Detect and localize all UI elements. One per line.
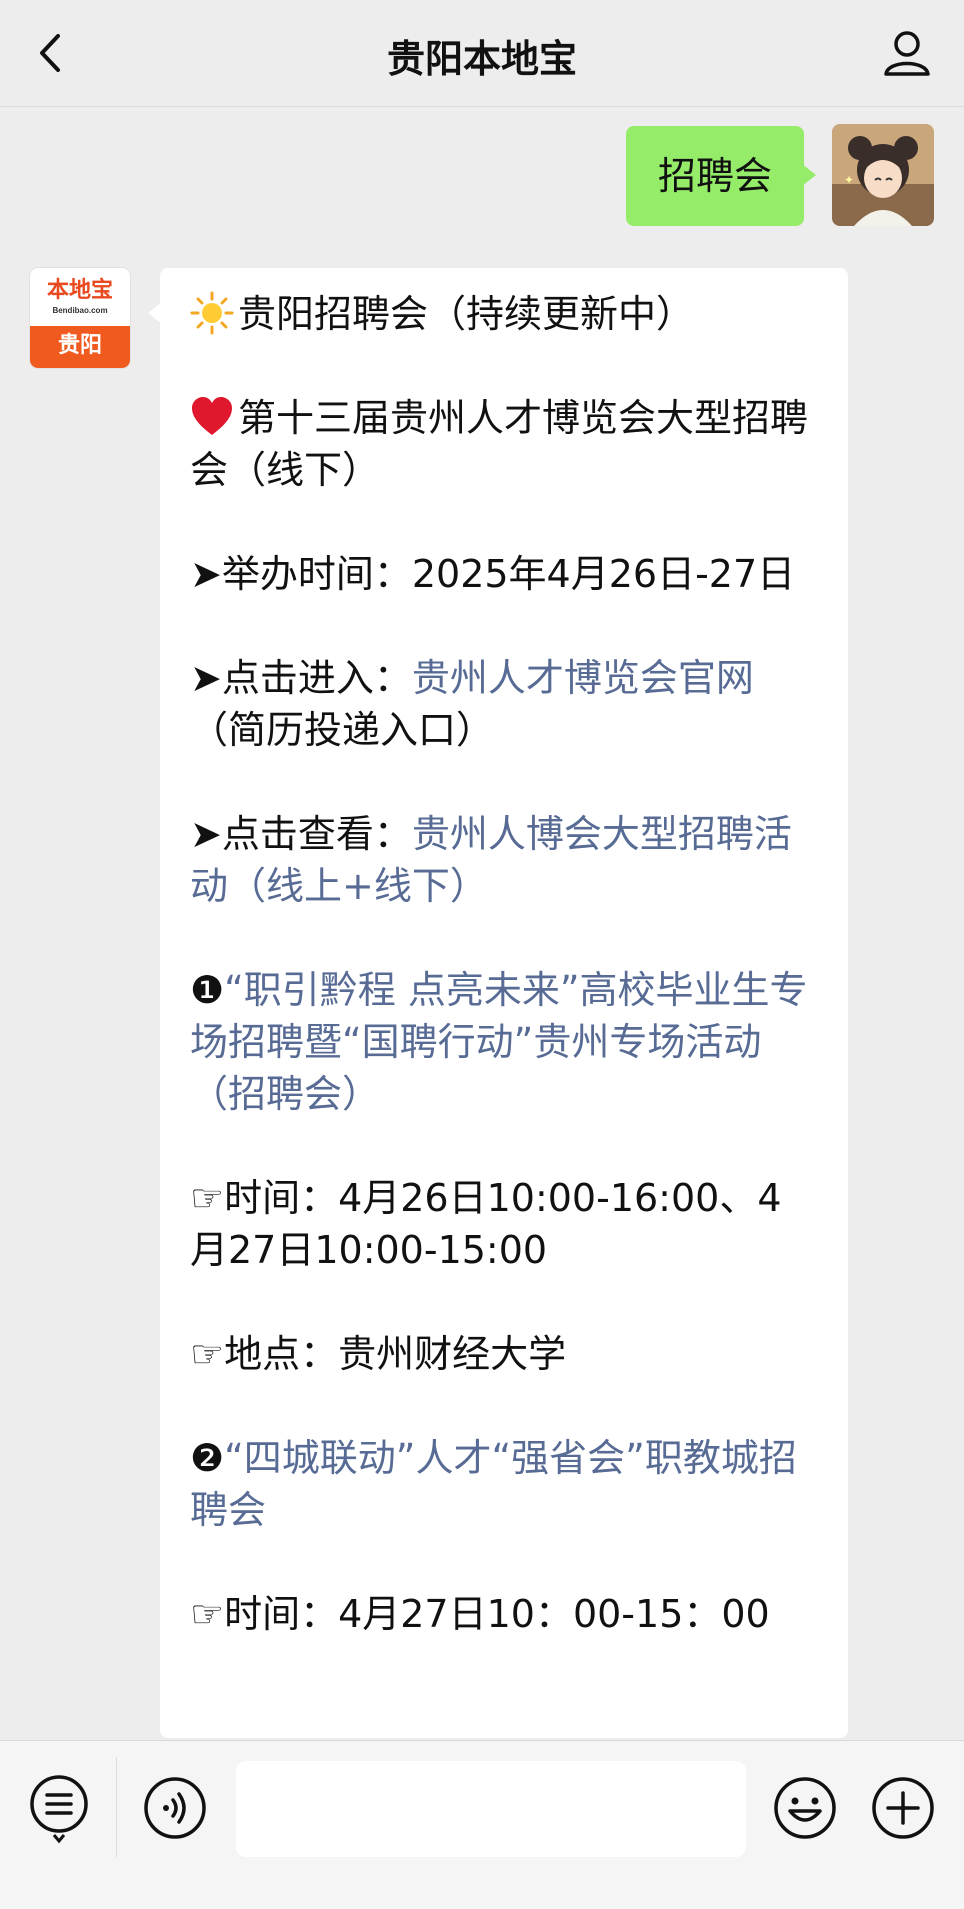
bottom-input-bar [0,1740,964,1909]
bot-avatar-brand: 本地宝 [46,277,113,303]
item-1-time: ☞时间：4月26日10:00-16:00、4月27日10:00-15:00 [190,1176,782,1272]
message-heading: 贵阳招聘会（持续更新中） [190,288,818,340]
profile-button[interactable] [876,22,938,84]
enter-official-site: ➤点击进入：贵州人才博览会官网 （简历投递入口） [190,652,818,756]
user-avatar[interactable]: ✦ [832,124,934,226]
page-title: 贵阳本地宝 [386,37,577,81]
person-icon [884,31,930,76]
item-1-number: ❶ [190,968,225,1012]
bot-avatar-logo: 本地宝 Bendibao.com [30,268,130,326]
time-value: 2025年4月26日-27日 [411,552,796,596]
sent-message-row: 招聘会 ✦ [0,124,964,228]
official-site-link[interactable]: 贵州人才博览会官网 [412,656,754,700]
event-time: ➤举办时间：2025年4月26日-27日 [190,548,818,600]
item-1: ❶“职引黔程 点亮未来”高校毕业生专场招聘暨“国聘行动”贵州专场活动（招聘会） [190,964,818,1120]
top-bar: 贵阳本地宝 [0,0,964,107]
menu-button[interactable] [26,1771,92,1847]
view-activities: ➤点击查看：贵州人博会大型招聘活动（线上+线下） [190,808,818,912]
more-button[interactable] [870,1775,936,1841]
item-2-time: ☞时间：4月27日10：00-15：00 [190,1592,770,1636]
event-title-text: 第十三届贵州人才博览会大型招聘会（线下） [190,396,809,492]
bot-avatar-domain: Bendibao.com [52,306,108,315]
message-input[interactable] [236,1761,746,1857]
item-2: ❷“四城联动”人才“强省会”职教城招聘会 [190,1432,818,1536]
view-label: ➤点击查看： [190,812,412,856]
sun-icon [190,291,234,335]
enter-note: （简历投递入口） [190,708,495,752]
heart-icon [192,397,232,435]
menu-list-icon [30,1775,88,1844]
item-2-number: ❷ [190,1436,225,1480]
bot-avatar-city: 贵阳 [30,326,130,368]
time-label: ➤举办时间： [190,552,412,596]
received-message-bubble: 贵阳招聘会（持续更新中） 第十三届贵州人才博览会大型招聘会（线下） ➤举办时间：… [148,268,848,1738]
avatar-illustration: ✦ [832,124,934,226]
event-title: 第十三届贵州人才博览会大型招聘会（线下） [190,392,818,496]
item-1-link[interactable]: “职引黔程 点亮未来”高校毕业生专场招聘暨“国聘行动”贵州专场活动（招聘会） [190,968,808,1116]
voice-button[interactable] [142,1775,208,1841]
plus-icon [872,1777,934,1839]
bar-divider [116,1757,117,1857]
item-2-link[interactable]: “四城联动”人才“强省会”职教城招聘会 [190,1436,797,1532]
sent-message-bubble[interactable]: 招聘会 [625,126,817,226]
emoji-icon [774,1777,836,1839]
bot-avatar[interactable]: 本地宝 Bendibao.com 贵阳 [30,268,130,368]
emoji-button[interactable] [772,1775,838,1841]
item-1-place: ☞地点：贵州财经大学 [190,1332,567,1376]
enter-label: ➤点击进入： [190,656,412,700]
heading-text: 贵阳招聘会（持续更新中） [238,292,695,336]
voice-icon [144,1777,206,1839]
svg-text:✦: ✦ [844,173,854,187]
